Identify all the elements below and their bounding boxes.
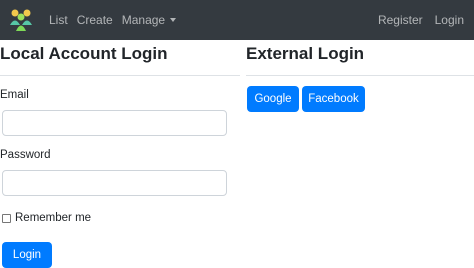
nav-left: List Create Manage xyxy=(49,0,185,40)
login-button[interactable]: Login xyxy=(2,242,52,268)
nav-link-login[interactable]: Login xyxy=(435,13,464,27)
nav-link-register[interactable]: Register xyxy=(378,13,423,27)
facebook-login-button[interactable]: Facebook xyxy=(302,86,365,112)
nav-link-list[interactable]: List xyxy=(49,13,68,27)
password-label: Password xyxy=(0,149,51,161)
google-login-button[interactable]: Google xyxy=(247,86,299,112)
email-field[interactable] xyxy=(2,110,227,136)
caret-down-icon xyxy=(170,18,177,22)
nav-right: Register Login xyxy=(366,0,464,40)
external-login-section: External Login Google Facebook xyxy=(246,40,474,112)
remember-me-row: Remember me xyxy=(0,210,240,226)
external-provider-buttons: Google Facebook xyxy=(246,86,474,112)
divider xyxy=(246,75,474,76)
nav-dropdown-manage[interactable]: Manage xyxy=(121,13,177,27)
nav-dropdown-manage-label: Manage xyxy=(121,13,166,27)
remember-me-checkbox[interactable] xyxy=(2,213,11,223)
external-login-title: External Login xyxy=(246,44,365,63)
email-label: Email xyxy=(0,89,29,101)
top-navbar: List Create Manage Register Login xyxy=(0,0,474,40)
nav-link-create[interactable]: Create xyxy=(77,13,113,27)
local-login-title: Local Account Login xyxy=(0,44,168,63)
local-login-section: Local Account Login Email Password Remem… xyxy=(0,40,240,268)
password-field[interactable] xyxy=(2,170,227,196)
people-logo-icon[interactable] xyxy=(6,5,36,35)
divider xyxy=(0,75,240,76)
remember-me-label[interactable]: Remember me xyxy=(15,212,91,224)
